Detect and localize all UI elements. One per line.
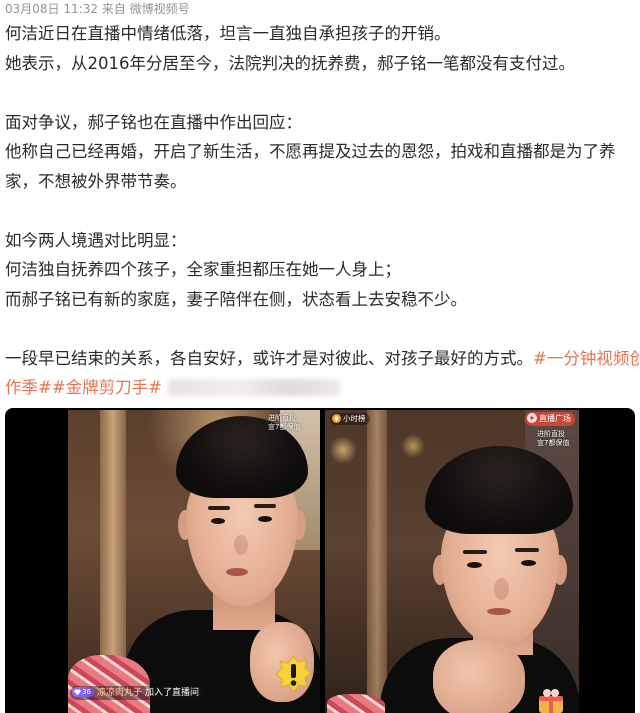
blurred-link[interactable] [167,379,340,396]
post-source-link[interactable]: 微博视频号 [130,2,190,16]
person-mouth [487,608,511,615]
post-closing-line: 作季##金牌剪刀手# [5,373,640,403]
trophy-icon [332,414,343,423]
post-text-line: 如今两人境遇对比明显： [5,230,187,250]
post-text-line: 而郝子铭已有新的家庭，妻子陪伴在侧，状态看上去安稳不少。 [5,289,467,309]
person-nose [494,578,509,600]
gift-sticker-icon [537,688,565,713]
post-text-line: 他称自己已经再婚，开启了新生活，不愿再提及过去的恩怨，拍戏和直播都是为了养 [5,142,616,161]
hourly-rank-button[interactable]: 小时榜 [330,413,370,425]
live-icon [527,413,539,423]
join-username: 凉凉肉丸子 [96,688,142,698]
corner-label-line: 宣7都保值 [268,423,301,431]
post-closing-line: 一段早已结束的关系，各自安好，或许才是对彼此、对孩子最好的方式。#一分钟视频创 [5,344,640,374]
corner-label-line: 进阶直投 [537,430,565,438]
background-pillar [367,410,387,713]
post-text-line: 面对争议，郝子铭也在直播中作出回应： [5,112,302,132]
user-level-badge: 36 [72,687,94,697]
video-player[interactable]: 进阶直投 宣7都保值 36 凉凉肉丸子 加入了直播间 小时榜 直播广场 进阶直投… [5,408,635,713]
post-text-line: 家，不想被外界带节奏。 [5,171,187,191]
person-mouth [226,568,248,576]
post-closing-text: 一段早已结束的关系，各自安好，或许才是对彼此、对孩子最好的方式。 [5,348,533,368]
person-eyebrow [208,506,230,510]
person-fist [433,640,525,713]
person-eyebrow [254,504,276,508]
corner-label: 进阶直投 宣7都保值 [537,430,569,448]
corner-label-line: 进阶直投 [268,414,296,422]
heart-icon [74,688,82,696]
post-date: 03月08日 [5,2,60,16]
join-action: 加入了直播间 [144,688,199,698]
live-plaza-label: 直播广场 [539,414,571,423]
post-text-line: 她表示，从2016年分居至今，法院判决的抚养费，郝子铭一笔都没有支付过。 [5,53,575,73]
person-eye [521,560,536,566]
hashtag-link[interactable]: #金牌剪刀手# [52,378,162,397]
user-level: 36 [82,688,91,696]
post-time: 11:32 [63,2,98,16]
post-body: 何洁近日在直播中情绪低落，坦言一直独自承担孩子的开销。 她表示，从2016年分居… [5,19,640,403]
post-text-line: 何洁近日在直播中情绪低落，坦言一直独自承担孩子的开销。 [5,24,451,43]
hashtag-link[interactable]: 作季# [5,378,52,397]
person-eye [258,516,272,522]
join-notice: 36 凉凉肉丸子 加入了直播间 [70,686,205,700]
person-eye [211,518,225,524]
hashtag-link[interactable]: #一分钟视频创 [533,349,640,368]
person-nose [234,535,248,555]
post-source-prefix: 来自 [101,2,126,16]
person-eyebrow [463,550,487,554]
corner-label-line: 宣7都保值 [537,439,570,447]
meat-plate [327,694,385,713]
person-eyebrow [515,548,539,552]
meat-plate [68,655,150,713]
post-text-line: 何洁独自抚养四个孩子，全家重担都压在她一人身上； [5,260,401,279]
hourly-rank-label: 小时榜 [343,414,366,423]
video-frame-right[interactable]: 小时榜 直播广场 进阶直投 宣7都保值 [325,410,579,713]
person-eye [467,562,482,568]
video-frame-left[interactable]: 进阶直投 宣7都保值 36 凉凉肉丸子 加入了直播间 [68,410,320,713]
corner-label: 进阶直投 宣7都保值 [268,414,300,432]
post-meta: 03月08日 11:32 来自 微博视频号 [5,1,190,17]
live-plaza-button[interactable]: 直播广场 [525,412,575,426]
alert-sticker-icon [275,655,312,693]
